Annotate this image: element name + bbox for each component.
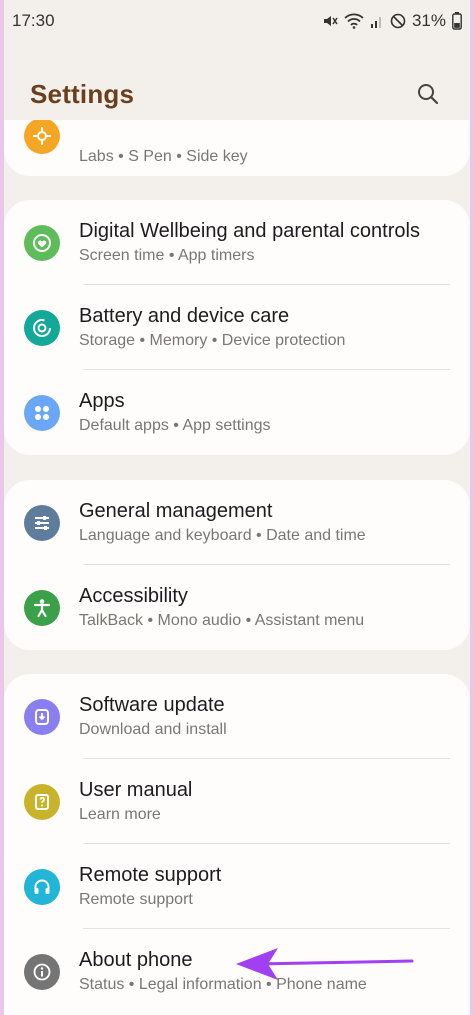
signal-icon [370,17,381,28]
battery-icon [452,12,462,30]
info-icon [24,953,60,990]
settings-item-digital-wellbeing[interactable]: Digital Wellbeing and parental controls … [4,200,470,285]
settings-item-subtitle: Screen time • App timers [79,247,255,264]
settings-item-title: Digital Wellbeing and parental controls [79,220,420,242]
settings-item-subtitle: Default apps • App settings [79,417,271,434]
headset-icon [24,868,60,905]
settings-item-title: Software update [79,694,225,716]
settings-item-title: Apps [79,390,125,412]
do-not-disturb-icon [390,13,406,29]
settings-item-subtitle: Language and keyboard • Date and time [79,527,366,544]
mute-icon [323,16,338,26]
status-icons: 31% [322,11,462,31]
battery-percent: 31% [411,11,446,30]
settings-item-apps[interactable]: Apps Default apps • App settings [4,370,470,455]
status-bar: 17:30 31% [12,8,462,34]
settings-item-subtitle: Learn more [79,806,161,823]
apps-grid-icon [24,394,60,431]
accessibility-person-icon [24,589,60,626]
settings-group-general: General management Language and keyboard… [4,480,470,650]
settings-item-subtitle: Storage • Memory • Device protection [79,332,346,349]
settings-item-subtitle: TalkBack • Mono audio • Assistant menu [79,612,365,629]
settings-item-user-manual[interactable]: User manual Learn more [4,759,470,844]
settings-item-advanced-features[interactable]: Labs • S Pen • Side key [4,120,470,176]
software-update-icon [24,698,60,735]
settings-item-battery-device-care[interactable]: Battery and device care Storage • Memory… [4,285,470,370]
settings-item-subtitle: Remote support [79,891,193,908]
settings-item-title: Accessibility [79,585,188,607]
sliders-icon [24,504,60,541]
settings-group-wellbeing: Digital Wellbeing and parental controls … [4,200,470,455]
app-header: Settings [30,74,444,114]
annotation-arrow-icon [236,948,414,980]
page-title: Settings [30,78,135,109]
wifi-icon [344,13,364,29]
settings-item-general-management[interactable]: General management Language and keyboard… [4,480,470,565]
settings-item-subtitle: Download and install [79,721,227,738]
wellbeing-icon [24,224,60,261]
settings-group-advanced: Labs • S Pen • Side key [4,120,470,176]
search-button[interactable] [412,78,444,110]
settings-item-accessibility[interactable]: Accessibility TalkBack • Mono audio • As… [4,565,470,650]
settings-item-remote-support[interactable]: Remote support Remote support [4,844,470,929]
advanced-features-icon [24,120,60,154]
settings-item-software-update[interactable]: Software update Download and install [4,674,470,759]
settings-item-title: General management [79,500,273,522]
settings-item-title: Remote support [79,864,222,886]
settings-item-title: User manual [79,779,193,801]
status-time: 17:30 [12,11,55,30]
search-icon [418,84,439,105]
device-care-icon [24,309,60,346]
user-manual-icon [24,783,60,820]
settings-item-subtitle: Labs • S Pen • Side key [79,148,248,165]
settings-item-title: Battery and device care [79,305,290,327]
